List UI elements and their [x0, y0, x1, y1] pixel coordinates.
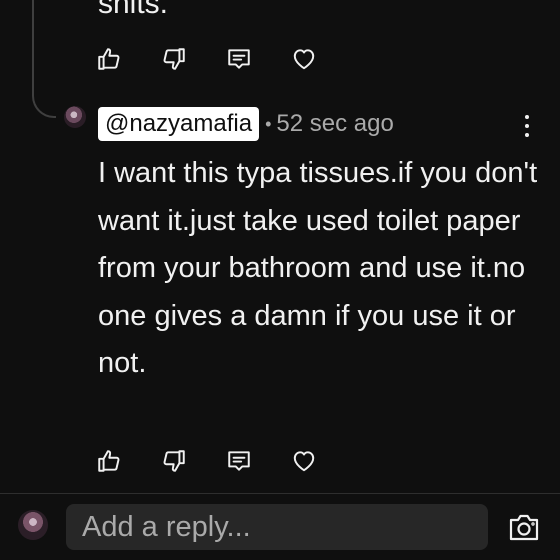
user-avatar: [18, 510, 48, 540]
heart-icon: [293, 49, 315, 70]
comment-timestamp: 52 sec ago: [276, 110, 394, 137]
thread-connector-line: [32, 0, 56, 118]
like-button[interactable]: [96, 46, 122, 72]
reply-input[interactable]: Add a reply...: [66, 504, 488, 550]
reply-icon: [228, 451, 250, 471]
thumbs-down-icon: [163, 450, 185, 472]
dislike-button[interactable]: [161, 46, 187, 72]
separator-dot: •: [265, 113, 272, 134]
more-options-button[interactable]: [517, 113, 537, 139]
previous-comment-actions: [96, 44, 356, 74]
thumbs-down-icon: [163, 48, 185, 70]
reply-button[interactable]: [226, 448, 252, 474]
heart-button[interactable]: [291, 448, 317, 474]
commenter-avatar[interactable]: [64, 106, 86, 128]
commenter-handle[interactable]: @nazyamafia: [98, 107, 260, 141]
reply-button[interactable]: [226, 46, 252, 72]
more-dot-icon: [525, 115, 529, 119]
more-dot-icon: [525, 124, 529, 128]
thumbs-up-icon: [98, 450, 120, 472]
heart-icon: [293, 451, 315, 472]
heart-button[interactable]: [291, 46, 317, 72]
thumbs-up-icon: [98, 48, 120, 70]
composer-divider: [0, 493, 560, 494]
comment-header: @nazyamafia • 52 sec ago: [98, 107, 394, 141]
more-dot-icon: [525, 133, 529, 137]
reply-placeholder: Add a reply...: [82, 511, 251, 543]
camera-icon: [509, 514, 539, 541]
reply-icon: [228, 49, 250, 69]
comment-actions: [96, 446, 356, 476]
comment-text: I want this typa tissues.if you don't wa…: [98, 157, 538, 379]
camera-button[interactable]: [508, 512, 540, 542]
previous-comment-text: shits.: [98, 0, 169, 20]
like-button[interactable]: [96, 448, 122, 474]
dislike-button[interactable]: [161, 448, 187, 474]
